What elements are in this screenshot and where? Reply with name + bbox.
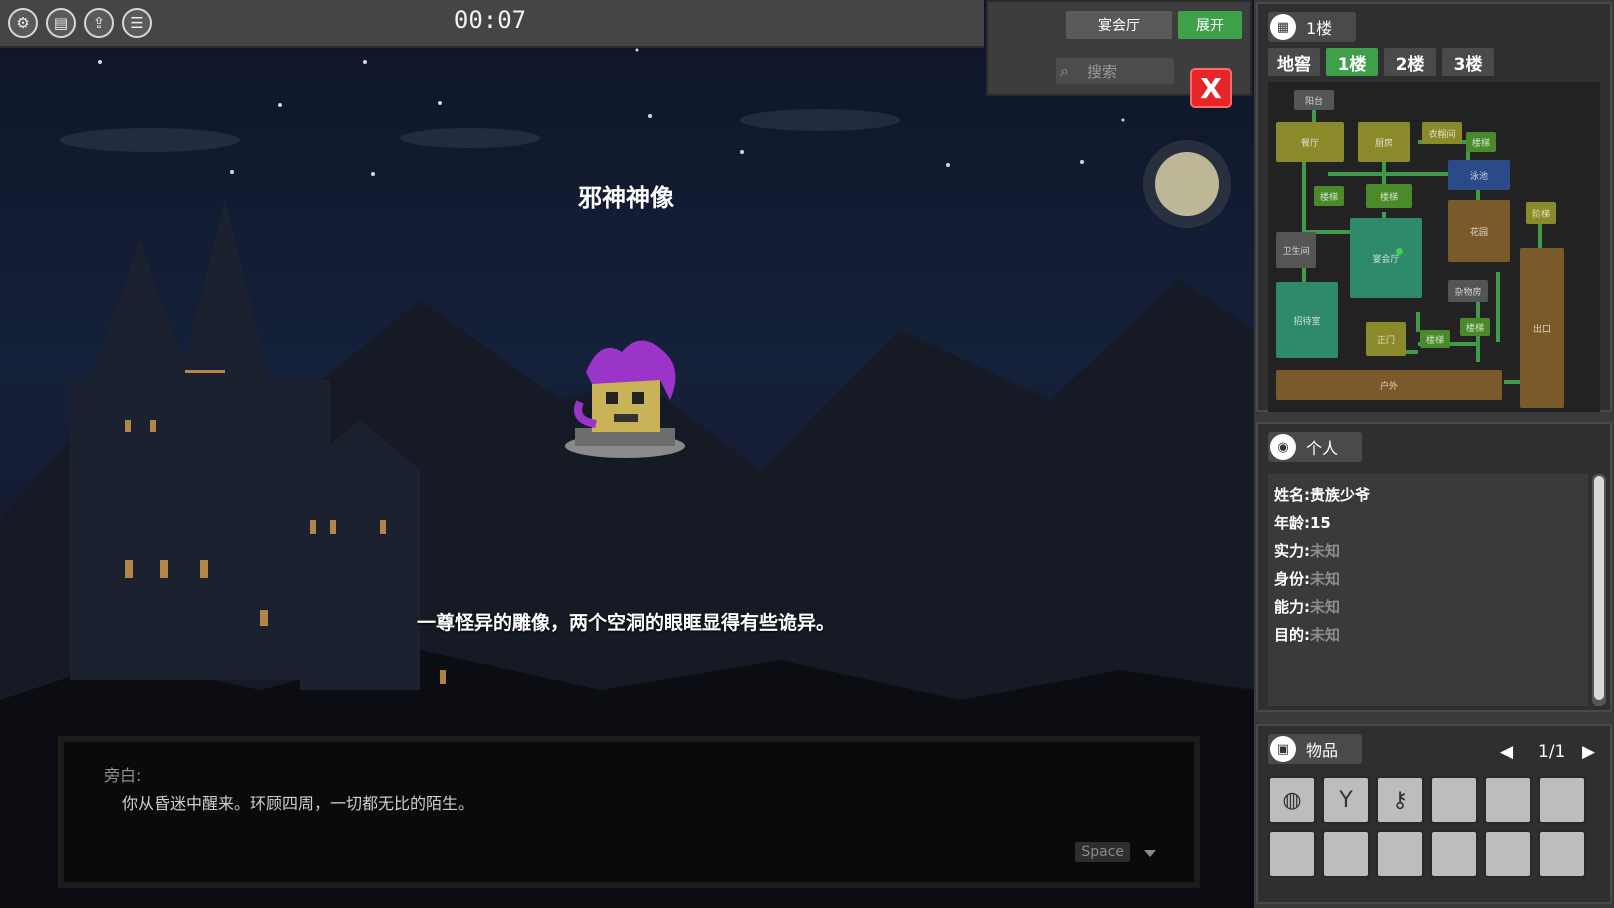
inventory-panel-tab: ▣ 物品 [1268, 734, 1363, 764]
info-identity: 身份:未知 [1274, 570, 1341, 588]
search-placeholder: 搜索 [1086, 62, 1117, 81]
export-icon[interactable]: ⇪ [84, 8, 114, 38]
personal-panel-tab: ◉ 个人 [1268, 432, 1363, 462]
info-goal: 目的:未知 [1274, 626, 1341, 644]
empty-slot[interactable] [1268, 830, 1316, 878]
empty-slot[interactable] [1538, 776, 1586, 824]
map-room[interactable]: 户外 [1276, 370, 1502, 400]
empty-slot[interactable] [1484, 830, 1532, 878]
page-indicator: 1/1 [1538, 742, 1566, 762]
close-button[interactable]: X [1190, 68, 1232, 108]
dialog-text: 你从昏迷中醒来。环顾四周，一切都无比的陌生。 [122, 794, 475, 813]
info-ability: 能力:未知 [1274, 598, 1341, 616]
search-input[interactable]: ⌕ 搜索 [1056, 58, 1174, 84]
amulet-icon[interactable]: Y [1322, 776, 1370, 824]
info-name: 姓名:贵族少爷 [1274, 486, 1371, 504]
empty-slot[interactable] [1430, 776, 1478, 824]
map-room[interactable]: 正门 [1366, 322, 1406, 356]
dialog-box[interactable]: 旁白: 你从昏迷中醒来。环顾四周，一切都无比的陌生。 Space [58, 736, 1200, 888]
map-room[interactable]: 楼梯 [1314, 186, 1344, 206]
chevron-down-icon [1144, 850, 1156, 857]
floor-tab-basement[interactable]: 地窖 [1268, 48, 1320, 76]
empty-slot[interactable] [1376, 830, 1424, 878]
player-marker [1396, 248, 1403, 255]
map-room[interactable]: 杂物房 [1448, 280, 1488, 302]
floor-tab-3[interactable]: 3楼 [1442, 48, 1494, 76]
map-room[interactable]: 宴会厅 [1350, 218, 1422, 298]
inventory-panel-title: 物品 [1306, 741, 1339, 760]
ring-icon[interactable]: ◍ [1268, 776, 1316, 824]
map-room[interactable]: 招待室 [1276, 282, 1338, 358]
map-panel-title: 1楼 [1306, 19, 1333, 38]
map-room[interactable]: 出口 [1520, 248, 1564, 408]
map-room[interactable]: 楼梯 [1420, 330, 1450, 348]
map-room[interactable]: 泳池 [1448, 160, 1510, 190]
dialog-speaker: 旁白: [104, 766, 142, 785]
map-panel-tab: ▦ 1楼 [1268, 12, 1357, 42]
map-room[interactable]: 卫生间 [1276, 232, 1316, 268]
floor-tab-1[interactable]: 1楼 [1326, 48, 1378, 76]
map-panel: ▦ 1楼 地窖 1楼 2楼 3楼 阳台 餐厅 厨房 衣帽间 楼梯 泳池 楼梯 楼… [1256, 2, 1612, 412]
map-room[interactable]: 餐厅 [1276, 122, 1344, 162]
bag-icon: ▣ [1270, 736, 1296, 762]
search-icon: ⌕ [1060, 61, 1069, 80]
next-page-icon[interactable]: ▶ [1582, 742, 1595, 762]
map-room[interactable]: 花园 [1448, 200, 1510, 262]
expand-button[interactable]: 展开 [1178, 11, 1242, 39]
eye-icon: ◉ [1270, 434, 1296, 460]
map-room[interactable]: 衣帽间 [1422, 122, 1462, 144]
personal-info-box: 姓名:贵族少爷 年龄:15 实力:未知 身份:未知 能力:未知 目的:未知 [1268, 474, 1588, 706]
right-sidebar: ▦ 1楼 地窖 1楼 2楼 3楼 阳台 餐厅 厨房 衣帽间 楼梯 泳池 楼梯 楼… [1254, 0, 1614, 908]
empty-slot[interactable] [1322, 830, 1370, 878]
chat-icon[interactable]: ☰ [122, 8, 152, 38]
game-scene: 邪神神像 一尊怪异的雕像，两个空洞的眼眶显得有些诡异。 旁白: 你从昏迷中醒来。… [0, 0, 1254, 908]
gear-icon[interactable]: ⚙ [8, 8, 38, 38]
empty-slot[interactable] [1484, 776, 1532, 824]
object-title: 邪神神像 [578, 184, 674, 212]
current-room-button[interactable]: 宴会厅 [1066, 11, 1172, 39]
building-icon: ▦ [1270, 14, 1296, 40]
empty-slot[interactable] [1430, 830, 1478, 878]
map-room[interactable]: 厨房 [1358, 122, 1410, 162]
game-timer: 00:07 [453, 6, 527, 34]
personal-scrollbar[interactable] [1592, 474, 1606, 706]
save-icon[interactable]: ▤ [46, 8, 76, 38]
personal-panel: ◉ 个人 姓名:贵族少爷 年龄:15 实力:未知 身份:未知 能力:未知 目的:… [1256, 422, 1612, 712]
empty-slot[interactable] [1538, 830, 1586, 878]
floor-map: 阳台 餐厅 厨房 衣帽间 楼梯 泳池 楼梯 楼梯 阶梯 花园 卫生间 宴会厅 杂… [1268, 82, 1600, 412]
top-toolbar: ⚙ ▤ ⇪ ☰ 00:07 [0, 0, 984, 48]
floor-tab-2[interactable]: 2楼 [1384, 48, 1436, 76]
scrollbar-thumb[interactable] [1594, 476, 1604, 700]
map-room[interactable]: 楼梯 [1366, 184, 1412, 208]
inventory-panel: ▣ 物品 ◀ 1/1 ▶ ◍ Y ⚷ [1256, 724, 1612, 904]
continue-hint[interactable]: Space [1075, 842, 1130, 862]
key-icon[interactable]: ⚷ [1376, 776, 1424, 824]
map-room[interactable]: 阳台 [1294, 90, 1334, 110]
info-age: 年龄:15 [1274, 514, 1331, 532]
info-strength: 实力:未知 [1274, 542, 1341, 560]
object-description: 一尊怪异的雕像，两个空洞的眼眶显得有些诡异。 [416, 612, 835, 634]
prev-page-icon[interactable]: ◀ [1500, 742, 1513, 762]
map-room[interactable]: 楼梯 [1460, 318, 1490, 336]
personal-panel-title: 个人 [1306, 439, 1339, 458]
map-room[interactable]: 楼梯 [1466, 132, 1496, 152]
map-room[interactable]: 阶梯 [1526, 202, 1556, 224]
